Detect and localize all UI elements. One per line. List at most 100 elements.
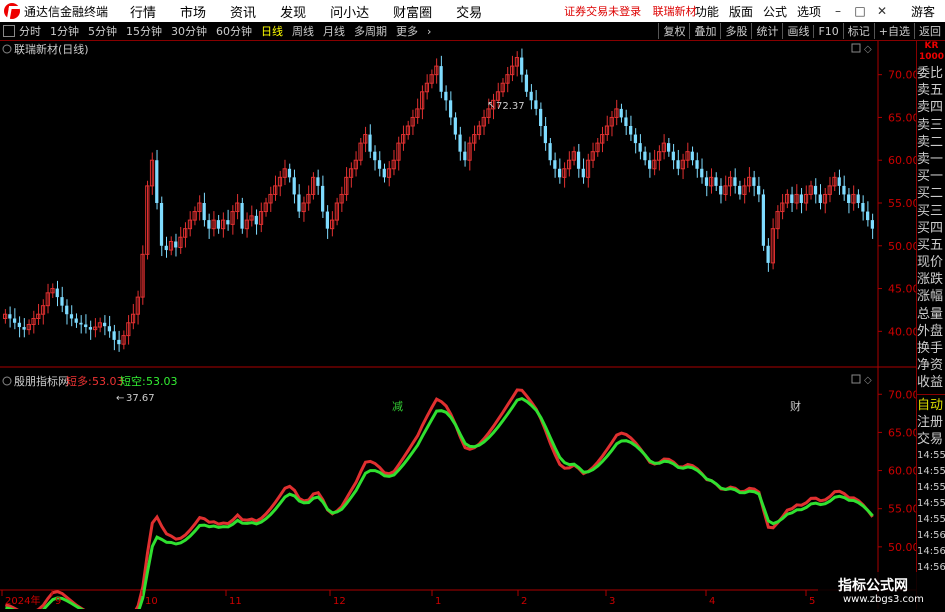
candle-body-down [676,160,680,169]
trade-login-status[interactable]: 证券交易未登录 [564,5,641,18]
main-ytick-6: 40.00 [888,325,916,338]
toolbar-btn-1[interactable]: 叠加 [689,23,720,39]
event-marker-a: 减 [392,400,403,413]
menu-bar: 通达信金融终端 行情 市场 资讯 发现 问小达 财富圈 交易 证券交易未登录 联… [0,0,945,22]
sidebar-item-3: 卖三 [917,117,944,133]
sidebar-item-11: 现价 [917,255,944,271]
candle-body-down [382,168,386,178]
toolbar-btn-5[interactable]: F10 [813,24,842,38]
toolbar-btn-8[interactable]: 返回 [914,23,945,39]
candle-body-down [448,100,453,118]
toolbar-right: 复权 叠加 多股 统计 画线 F10 标记 +自选 返回 [658,22,945,40]
indicator-line-red [4,388,874,612]
menu-faxian[interactable]: 发现 [280,2,306,21]
candle-body-down [325,211,329,229]
menu-shichang[interactable]: 市场 [180,2,206,21]
toolbar-btn-7[interactable]: +自选 [873,23,914,39]
menu-wenxiaoda[interactable]: 问小达 [330,2,369,21]
kr-badge: KR 1000 [918,41,945,62]
main-ytick-4: 50.00 [888,240,916,253]
sidebar-item-10: 买五 [917,237,944,253]
menu-jiaoyi[interactable]: 交易 [456,2,482,21]
main-ytick-2: 60.00 [888,154,916,167]
toolbar-btn-3[interactable]: 统计 [751,23,782,39]
period-tab-7[interactable]: 周线 [292,23,314,39]
ind-chevron-icon [2,376,12,386]
period-tab-0[interactable]: 分时 [19,23,41,39]
sidebar-time-6: 14:56 [917,546,945,558]
sidebar-action-2[interactable]: 交易 [917,431,945,448]
candle-body-down [69,314,74,319]
candle-body-down [738,185,742,195]
layout-toggle-icon[interactable] [3,25,15,37]
period-tab-10[interactable]: 更多 [396,23,418,39]
sidebar-item-18: 收益 [917,375,944,391]
candle-body-down [202,203,206,221]
candle-body-down [84,324,88,328]
candle-body-down [557,168,562,178]
candle-body-down [74,318,78,323]
period-tab-1[interactable]: 1分钟 [50,23,79,39]
more-chevron-icon[interactable]: › [427,25,431,38]
guest-user[interactable]: 游客 [911,3,935,20]
candle-body-down [368,134,372,152]
period-tab-2[interactable]: 5分钟 [88,23,117,39]
candle-body-down [155,160,159,203]
menu-gongshi[interactable]: 公式 [763,3,787,20]
menu-hangqing[interactable]: 行情 [130,2,156,21]
candle-body-down [690,151,694,161]
candle-body-down [240,203,244,229]
login-notice: 证券交易未登录 联瑞新材 [564,3,705,19]
period-tab-8[interactable]: 月线 [323,23,345,39]
candle-body-down [733,177,737,186]
candle-body-down [870,220,874,229]
sidebar-item-9: 买四 [917,220,944,236]
period-tab-9[interactable]: 多周期 [354,23,387,39]
period-tab-3[interactable]: 15分钟 [126,23,162,39]
menu-gongneng[interactable]: 功能 [695,3,719,20]
indicator-line1-label: 短多: [66,374,92,388]
menu-caifuquan[interactable]: 财富圈 [393,2,432,21]
ind-ytick-4: 50.00 [888,541,916,554]
ind-ytick-3: 55.00 [888,503,916,516]
toolbar-btn-2[interactable]: 多股 [720,23,751,39]
toolbar-btn-4[interactable]: 画线 [782,23,813,39]
sidebar-action-1[interactable]: 注册 [917,414,945,431]
chart-area[interactable]: 联瑞新材(日线) ◇ ◇ 70.00 65.00 60.00 55.00 50.00 45.00… [0,41,920,612]
period-tabs: 分时 1分钟 5分钟 15分钟 30分钟 60分钟 日线 周线 月线 多周期 更多 › [0,23,440,39]
xtick-label-9: 5 [809,596,815,607]
main-chevron-icon [2,44,12,54]
maximize-icon[interactable]: □ [853,4,867,18]
ind-settings-icon [851,374,861,384]
sidebar-item-4: 卖二 [917,134,944,150]
candle-body-down [790,194,794,203]
chart-canvas[interactable]: 联瑞新材(日线) ◇ ◇ 70.00 65.00 60.00 55.00 50.00 45.00… [0,41,920,612]
sidebar-item-1: 卖五 [917,83,944,99]
menu-xuanxiang[interactable]: 选项 [797,3,821,20]
main-ytick-1: 65.00 [888,111,916,124]
candle-body-down [439,66,443,92]
low-label: 37.67 [126,393,155,404]
candle-body-down [17,322,21,328]
current-stock-name: 联瑞新材 [652,5,697,18]
menu-zixun[interactable]: 资讯 [230,2,256,21]
toolbar-btn-0[interactable]: 复权 [658,23,689,39]
candle-body-down [112,331,116,340]
period-tab-4[interactable]: 30分钟 [171,23,207,39]
candle-body-down [316,177,320,186]
sidebar-time-2: 14:55 [917,482,945,494]
period-tab-6[interactable]: 日线 [261,23,283,39]
period-tab-5[interactable]: 60分钟 [216,23,252,39]
xtick-label-1: 9 [55,596,61,607]
candle-body-down [543,126,547,144]
sidebar-divider [917,393,945,395]
sidebar-action-0[interactable]: 自动 [917,397,945,414]
close-icon[interactable]: ✕ [875,4,889,18]
indicator-name: 殷朋指标网 [14,374,69,388]
toolbar-btn-6[interactable]: 标记 [842,23,874,39]
menu-banmian[interactable]: 版面 [729,3,753,20]
minimize-icon[interactable]: – [831,4,845,18]
candle-body-down [159,203,164,246]
candle-body-down [524,74,529,92]
candle-body-down [629,126,633,135]
